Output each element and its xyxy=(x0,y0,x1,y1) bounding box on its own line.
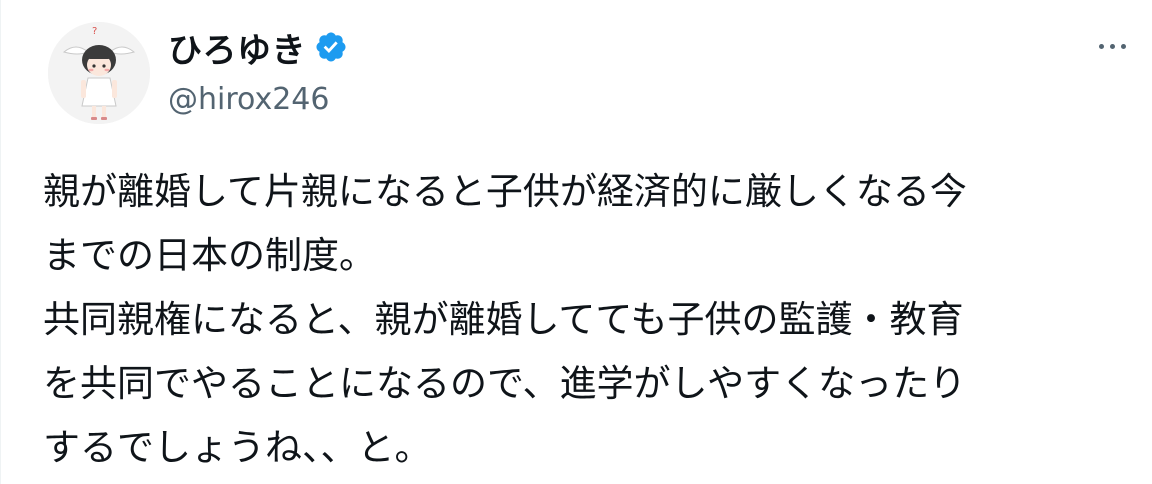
author-names: ひろゆき @hirox246 xyxy=(168,24,348,117)
tweet-text-line: 親が離婚して片親になると子供が経済的に厳しくなる今 xyxy=(43,170,967,213)
more-dot xyxy=(1098,43,1104,49)
display-name[interactable]: ひろゆき xyxy=(168,23,306,72)
more-options-icon[interactable] xyxy=(1092,32,1132,60)
more-dot xyxy=(1109,43,1115,49)
tweet-header: ? ひろゆき @hirox246 xyxy=(48,22,1138,130)
svg-text:?: ? xyxy=(92,26,97,37)
tweet-text-line: を共同でやることになるので、進学がしやすくなったり xyxy=(43,362,967,405)
verified-badge-icon[interactable] xyxy=(314,30,348,64)
more-dot xyxy=(1120,43,1126,49)
tweet-text-line: するでしょうね、、と。 xyxy=(43,426,432,469)
display-name-row: ひろゆき xyxy=(168,23,348,72)
user-handle[interactable]: @hirox246 xyxy=(168,82,348,117)
avatar-illustration: ? xyxy=(48,22,150,124)
tweet-text-line: までの日本の制度。 xyxy=(43,234,376,277)
tweet-text: 親が離婚して片親になると子供が経済的に厳しくなる今 までの日本の制度。 共同親権… xyxy=(43,160,1133,480)
avatar[interactable]: ? xyxy=(48,22,150,124)
tweet-text-line: 共同親権になると、親が離婚してても子供の監護・教育 xyxy=(43,298,964,341)
tweet-card: ? ひろゆき @hirox246 親が離婚して片親になると子供が経済的に厳しくな… xyxy=(0,0,1152,484)
